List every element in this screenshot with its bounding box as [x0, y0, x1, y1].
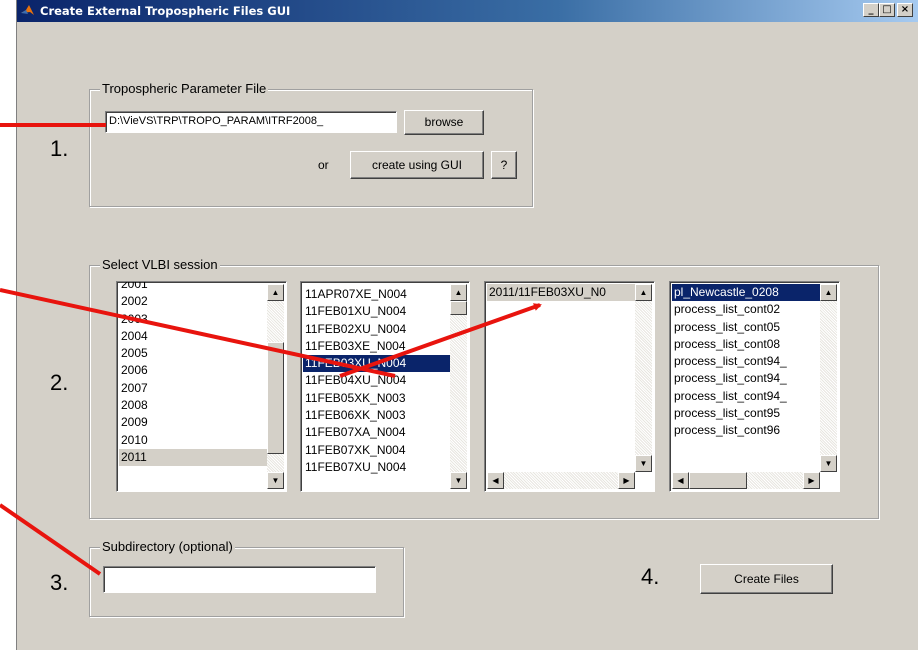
scroll-thumb[interactable]: [689, 472, 747, 489]
list-item[interactable]: 2006: [119, 362, 267, 379]
trop-param-file-input[interactable]: D:\VieVS\TRP\TROPO_PARAM\ITRF2008_: [105, 111, 397, 133]
list-item[interactable]: 11FEB07XK_N004: [303, 442, 450, 459]
session-list-scrollbar[interactable]: ▲ ▼: [450, 284, 467, 489]
subdirectory-input[interactable]: [103, 566, 376, 593]
up-arrow-icon[interactable]: ▲: [820, 284, 837, 301]
list-item[interactable]: 11FEB06XK_N003: [303, 407, 450, 424]
app-window: Create External Tropospheric Files GUI _…: [16, 0, 918, 650]
chosen-list-items: 2011/11FEB03XU_N0: [487, 284, 635, 472]
list-item[interactable]: process_list_cont94_: [672, 353, 820, 370]
create-files-button[interactable]: Create Files: [700, 564, 833, 594]
scroll-thumb[interactable]: [450, 301, 467, 315]
list-item[interactable]: process_list_cont95: [672, 405, 820, 422]
window-title: Create External Tropospheric Files GUI: [40, 4, 291, 18]
up-arrow-icon[interactable]: ▲: [635, 284, 652, 301]
list-item[interactable]: 2003: [119, 311, 267, 328]
year-list-items: 2001 2002 2003 2004 2005 2006 2007 2008 …: [119, 282, 267, 489]
title-bar[interactable]: Create External Tropospheric Files GUI _…: [17, 0, 918, 22]
maximize-button[interactable]: □: [879, 3, 895, 17]
session-listbox[interactable]: 11APR07XE_N004 11FEB01XU_N004 11FEB02XU_…: [300, 281, 470, 492]
list-item[interactable]: 11FEB05XK_N003: [303, 390, 450, 407]
list-item[interactable]: 2008: [119, 397, 267, 414]
process-list-vscrollbar[interactable]: ▲ ▼: [820, 284, 837, 472]
list-item[interactable]: 2001: [119, 282, 267, 293]
right-arrow-icon[interactable]: ▶: [618, 472, 635, 489]
step-4-label: 4.: [641, 564, 660, 589]
close-button[interactable]: ×: [897, 3, 913, 17]
list-item[interactable]: 2007: [119, 380, 267, 397]
list-item[interactable]: 11FEB07XU_N004: [303, 459, 450, 476]
list-item[interactable]: 2005: [119, 345, 267, 362]
trop-param-group-title: Tropospheric Parameter File: [100, 81, 269, 96]
right-arrow-icon[interactable]: ▶: [803, 472, 820, 489]
list-item[interactable]: 2011/11FEB03XU_N0: [487, 284, 635, 302]
session-list-items: 11APR07XE_N004 11FEB01XU_N004 11FEB02XU_…: [303, 286, 450, 489]
list-item[interactable]: process_list_cont94_: [672, 370, 820, 387]
step-3-label: 3.: [50, 570, 69, 595]
chosen-list-vscrollbar[interactable]: ▲ ▼: [635, 284, 652, 472]
browse-button[interactable]: browse: [404, 110, 484, 135]
up-arrow-icon[interactable]: ▲: [267, 284, 284, 301]
process-list-hscrollbar[interactable]: ◀ ▶: [672, 472, 820, 489]
chosen-sessions-listbox[interactable]: 2011/11FEB03XU_N0 ▲ ▼ ◀ ▶: [484, 281, 655, 492]
list-item[interactable]: 11APR07XE_N004: [303, 286, 450, 303]
list-item[interactable]: 11FEB01XU_N004: [303, 303, 450, 320]
create-using-gui-button[interactable]: create using GUI: [350, 151, 484, 179]
down-arrow-icon[interactable]: ▼: [635, 455, 652, 472]
list-item-selected[interactable]: pl_Newcastle_0208: [672, 284, 820, 302]
step-1-label: 1.: [50, 136, 69, 161]
down-arrow-icon[interactable]: ▼: [820, 455, 837, 472]
list-item-selected[interactable]: 11FEB03XU_N004: [303, 355, 450, 373]
step-2-label: 2.: [50, 370, 69, 395]
process-list-items: pl_Newcastle_0208 process_list_cont02 pr…: [672, 284, 820, 472]
list-item-selected[interactable]: 2011: [119, 448, 267, 467]
year-list-scrollbar[interactable]: ▲ ▼: [267, 284, 284, 489]
list-item[interactable]: process_list_cont08: [672, 336, 820, 353]
left-arrow-icon[interactable]: ◀: [487, 472, 504, 489]
list-item[interactable]: process_list_cont05: [672, 319, 820, 336]
session-group-title: Select VLBI session: [100, 257, 220, 272]
list-item[interactable]: 11FEB02XU_N004: [303, 321, 450, 338]
trop-param-group: Tropospheric Parameter File: [89, 81, 533, 207]
subdirectory-group-title: Subdirectory (optional): [100, 539, 235, 554]
or-label: or: [318, 158, 329, 172]
list-item[interactable]: 2004: [119, 328, 267, 345]
list-item[interactable]: 11FEB03XE_N004: [303, 338, 450, 355]
chosen-list-hscrollbar[interactable]: ◀ ▶: [487, 472, 635, 489]
year-listbox[interactable]: 2001 2002 2003 2004 2005 2006 2007 2008 …: [116, 281, 287, 492]
list-item[interactable]: 2010: [119, 432, 267, 449]
list-item[interactable]: process_list_cont94_: [672, 388, 820, 405]
down-arrow-icon[interactable]: ▼: [267, 472, 284, 489]
list-item[interactable]: process_list_cont02: [672, 301, 820, 318]
down-arrow-icon[interactable]: ▼: [450, 472, 467, 489]
process-list-listbox[interactable]: pl_Newcastle_0208 process_list_cont02 pr…: [669, 281, 840, 492]
matlab-icon: [21, 5, 34, 15]
minimize-button[interactable]: _: [863, 3, 879, 17]
help-button[interactable]: ?: [491, 151, 517, 179]
list-item[interactable]: 11FEB04XU_N004: [303, 372, 450, 389]
up-arrow-icon[interactable]: ▲: [450, 284, 467, 301]
list-item[interactable]: 2009: [119, 414, 267, 431]
scroll-thumb[interactable]: [267, 342, 284, 454]
list-item[interactable]: process_list_cont96: [672, 422, 820, 439]
left-arrow-icon[interactable]: ◀: [672, 472, 689, 489]
list-item[interactable]: 2002: [119, 293, 267, 310]
list-item[interactable]: 11FEB07XA_N004: [303, 424, 450, 441]
